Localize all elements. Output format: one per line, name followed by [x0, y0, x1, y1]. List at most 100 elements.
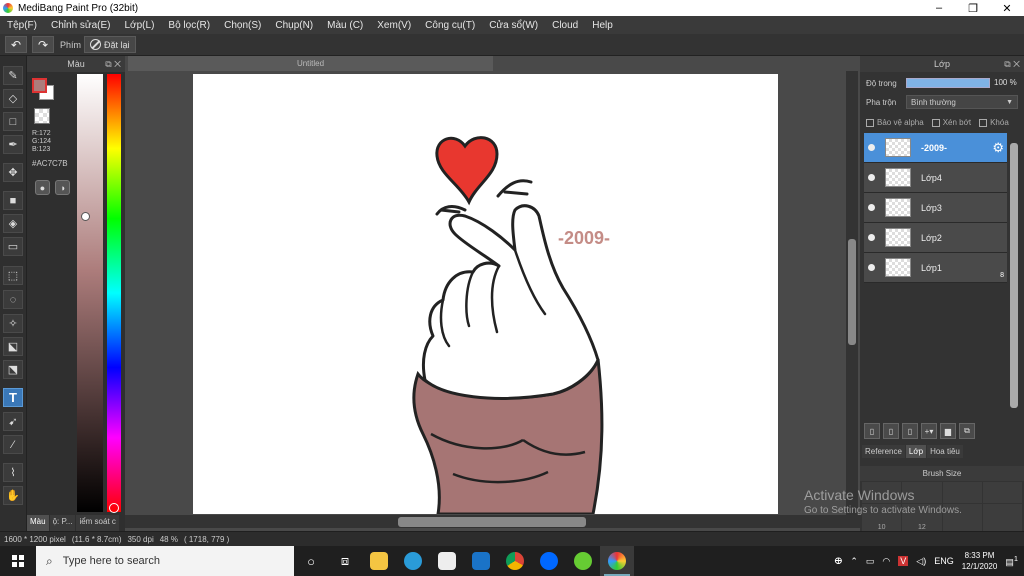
battery-icon[interactable]: ▭: [866, 556, 875, 567]
fill-shape-tool[interactable]: ■: [3, 191, 23, 210]
hue-bar[interactable]: [107, 74, 121, 512]
brush-tool[interactable]: ✎: [3, 66, 23, 85]
new-halftone-layer-button[interactable]: ▯: [883, 423, 899, 439]
tab-reference[interactable]: Reference: [862, 445, 905, 458]
brush-size-cell[interactable]: [982, 503, 1022, 531]
medibang-taskbar-button[interactable]: [600, 546, 634, 576]
horizontal-scroll-thumb[interactable]: [398, 517, 586, 527]
layer-item[interactable]: Lớp3: [864, 193, 1007, 223]
palette-add-button[interactable]: ◑: [55, 180, 70, 195]
select-rect-tool[interactable]: ⬚: [3, 266, 23, 285]
saturation-bar[interactable]: [77, 74, 103, 512]
people-icon[interactable]: ⴲ: [834, 556, 842, 567]
visibility-eye-icon[interactable]: [868, 204, 875, 211]
tab-control[interactable]: iểm soát c: [76, 515, 119, 531]
tab-navigator[interactable]: Hoa tiêu: [927, 445, 963, 458]
layer-item[interactable]: Lớp1 8: [864, 253, 1007, 283]
palette-button[interactable]: ●: [35, 180, 50, 195]
canvas-horizontal-scrollbar[interactable]: [125, 515, 860, 528]
tab-color[interactable]: Màu: [27, 515, 49, 531]
shape-tool[interactable]: □: [3, 112, 23, 131]
clipping-checkbox[interactable]: Xén bớt: [931, 118, 971, 127]
menu-capture[interactable]: Chụp(N): [268, 20, 320, 31]
antivirus-icon[interactable]: V: [898, 556, 909, 566]
redo-button[interactable]: ↷: [32, 36, 54, 53]
mail-button[interactable]: [464, 546, 498, 576]
gear-icon[interactable]: ⚙: [992, 140, 1004, 156]
protect-alpha-checkbox[interactable]: Bảo vệ alpha: [866, 118, 924, 127]
new-8bit-layer-button[interactable]: ▯: [902, 423, 918, 439]
edge-button[interactable]: [396, 546, 430, 576]
text-tool[interactable]: T: [3, 388, 23, 407]
divide-tool[interactable]: ⁄: [3, 435, 23, 454]
select-eraser-tool[interactable]: ⬔: [3, 360, 23, 379]
panel-popout-close-icon[interactable]: ⧉ ✕: [1004, 59, 1020, 70]
new-folder-button[interactable]: ▆: [940, 423, 956, 439]
network-icon[interactable]: ◠: [882, 556, 890, 567]
chevron-up-icon[interactable]: ⌃: [850, 556, 858, 567]
menu-color[interactable]: Màu (C): [320, 20, 370, 31]
start-button[interactable]: [0, 555, 36, 567]
cortana-button[interactable]: ○: [294, 546, 328, 576]
layer-item[interactable]: Lớp2: [864, 223, 1007, 253]
vertical-scroll-thumb[interactable]: [848, 239, 856, 345]
menu-window[interactable]: Cửa sổ(W): [482, 20, 545, 31]
notification-icon[interactable]: ▤1: [1005, 554, 1018, 568]
visibility-eye-icon[interactable]: [868, 264, 875, 271]
hand-tool[interactable]: ✋: [3, 486, 23, 505]
move-tool[interactable]: ✥: [3, 163, 23, 182]
opacity-slider[interactable]: [906, 78, 990, 88]
brush-size-cell[interactable]: [982, 482, 1022, 503]
close-button[interactable]: ✕: [990, 2, 1024, 15]
menu-edit[interactable]: Chỉnh sửa(E): [44, 20, 118, 31]
lock-checkbox[interactable]: Khóa: [979, 118, 1009, 127]
layer-item[interactable]: Lớp4: [864, 163, 1007, 193]
task-view-button[interactable]: ⧈: [328, 546, 362, 576]
menu-view[interactable]: Xem(V): [370, 20, 418, 31]
visibility-eye-icon[interactable]: [868, 174, 875, 181]
layer-item[interactable]: -2009- ⚙: [864, 133, 1007, 163]
menu-tools[interactable]: Công cụ(T): [418, 20, 482, 31]
menu-layer[interactable]: Lớp(L): [118, 20, 162, 31]
add-layer-menu-button[interactable]: +▾: [921, 423, 937, 439]
menu-filter[interactable]: Bộ lọc(R): [161, 20, 217, 31]
menu-cloud[interactable]: Cloud: [545, 20, 585, 31]
canvas-vertical-scrollbar[interactable]: [846, 71, 858, 515]
undo-button[interactable]: ↶: [5, 36, 27, 53]
gradient-tool[interactable]: ▭: [3, 237, 23, 256]
file-explorer-button[interactable]: [362, 546, 396, 576]
input-language[interactable]: ENG: [934, 556, 954, 566]
maximize-button[interactable]: ❐: [956, 2, 990, 15]
visibility-eye-icon[interactable]: [868, 144, 875, 151]
lasso-tool[interactable]: ◌: [3, 290, 23, 309]
blend-mode-select[interactable]: Bình thường ▼: [906, 95, 1018, 109]
eraser-tool[interactable]: ◇: [3, 89, 23, 108]
layer-scroll-thumb[interactable]: [1010, 143, 1018, 408]
bucket-tool[interactable]: ◈: [3, 214, 23, 233]
duplicate-layer-button[interactable]: ⧉: [959, 423, 975, 439]
menu-select[interactable]: Chọn(S): [217, 20, 268, 31]
tab-layer[interactable]: Lớp: [905, 445, 927, 458]
wechat-button[interactable]: [566, 546, 600, 576]
minimize-button[interactable]: –: [922, 2, 956, 15]
menu-file[interactable]: Tệp(F): [0, 20, 44, 31]
store-button[interactable]: [430, 546, 464, 576]
volume-icon[interactable]: ◁): [916, 556, 926, 567]
transparent-color-swatch[interactable]: [34, 108, 50, 124]
taskbar-search[interactable]: ⌕ Type here to search: [36, 546, 294, 576]
menu-help[interactable]: Help: [585, 20, 620, 31]
document-tab[interactable]: Untitled: [128, 56, 493, 71]
eyedropper-tool[interactable]: ⌇: [3, 463, 23, 482]
panel-popout-close-icon[interactable]: ⧉ ✕: [105, 59, 121, 70]
dot-tool[interactable]: ✒: [3, 135, 23, 154]
clock[interactable]: 8:33 PM 12/1/2020: [962, 550, 998, 572]
new-layer-button[interactable]: ▯: [864, 423, 880, 439]
foreground-color-swatch[interactable]: [32, 78, 47, 93]
layer-scrollbar[interactable]: [1008, 133, 1020, 413]
saturation-knob[interactable]: [81, 212, 90, 221]
chrome-button[interactable]: [498, 546, 532, 576]
tab-brush[interactable]: ộ: P...: [49, 515, 76, 531]
reset-button[interactable]: Đặt lại: [84, 36, 136, 53]
zalo-button[interactable]: [532, 546, 566, 576]
select-pen-tool[interactable]: ⬕: [3, 337, 23, 356]
